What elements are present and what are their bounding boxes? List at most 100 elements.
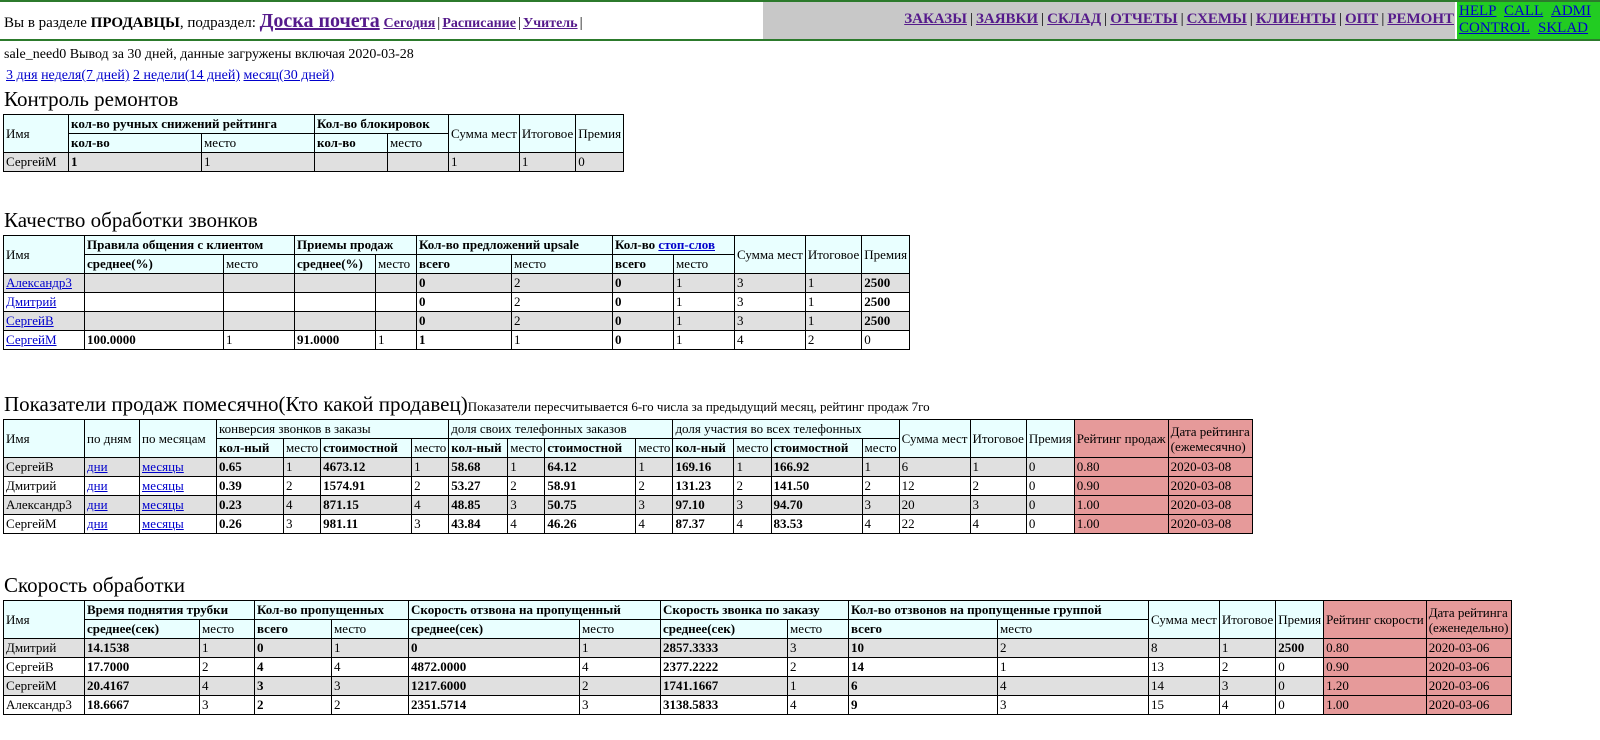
col-avg: среднее(сек)	[84, 619, 200, 639]
seller-link[interactable]: СергейМ	[6, 332, 57, 347]
sklad-link[interactable]: SKLAD	[1538, 20, 1588, 37]
period-2-weeks[interactable]: 2 недели(14 дней)	[133, 68, 240, 83]
cell: 2	[1218, 657, 1277, 677]
col-bonus: Премия	[1025, 419, 1075, 458]
menu-wholesale[interactable]: ОПТ	[1345, 11, 1378, 27]
col-avg: среднее(сек)	[408, 619, 580, 639]
col-cost: стоимостной	[770, 438, 863, 458]
cell: 83.53	[770, 514, 863, 534]
cell: 2	[861, 476, 900, 496]
cell	[375, 273, 417, 293]
stopwords-link[interactable]: стоп-слов	[658, 237, 715, 252]
breadcrumb-subsection-label: , подраздел:	[179, 15, 256, 31]
control-link[interactable]: CONTROL	[1459, 20, 1530, 37]
cell: 2	[787, 657, 849, 677]
menu-reports[interactable]: ОТЧЕТЫ	[1110, 11, 1177, 27]
cell: 58.91	[544, 476, 637, 496]
period-week[interactable]: неделя(7 дней)	[41, 68, 129, 83]
period-month[interactable]: месяц(30 дней)	[243, 68, 334, 83]
cell: 2	[282, 476, 322, 496]
menu-clients[interactable]: КЛИЕНТЫ	[1256, 11, 1336, 27]
col-techniques: Приемы продаж	[294, 235, 417, 255]
menu-orders[interactable]: ЗАКАЗЫ	[904, 11, 967, 27]
sales-table: Имя по дням по месяцам конверсия звонков…	[3, 419, 1253, 534]
cell	[84, 311, 224, 331]
cell: 6	[848, 676, 998, 696]
cell: 2020-03-06	[1425, 676, 1512, 696]
cell: 20.4167	[84, 676, 200, 696]
cell: 2857.3333	[660, 638, 788, 658]
col-bonus: Премия	[575, 114, 625, 153]
col-place: место	[507, 438, 546, 458]
cell: 12	[898, 476, 971, 496]
cell: 2020-03-08	[1167, 476, 1253, 496]
cell: 0	[416, 292, 512, 312]
cell: 53.27	[448, 476, 509, 496]
cell: 4	[331, 657, 409, 677]
col-stopwords: Кол-во стоп-слов	[612, 235, 735, 255]
seller-link[interactable]: Дмитрий	[6, 294, 56, 309]
cell: 0	[416, 311, 512, 331]
cell: 4	[507, 514, 546, 534]
col-pickup-time: Время поднятия трубки	[84, 600, 255, 620]
months-link[interactable]: месяцы	[142, 478, 184, 493]
cell: 1	[673, 330, 735, 350]
menu-requests[interactable]: ЗАЯВКИ	[976, 11, 1038, 27]
period-3-days[interactable]: 3 дня	[6, 68, 38, 83]
cell: 2	[579, 676, 661, 696]
col-qty: кол-ный	[672, 438, 735, 458]
seller-link[interactable]: СергейВ	[6, 313, 54, 328]
cell-name: Александр3	[3, 695, 85, 715]
col-place: место	[635, 438, 674, 458]
months-link[interactable]: месяцы	[142, 497, 184, 512]
cell: 0.65	[216, 457, 284, 477]
cell-link: дни	[84, 476, 140, 496]
cell: 1574.91	[320, 476, 413, 496]
cell: 48.85	[448, 495, 509, 515]
col-order-call-speed: Скорость звонка по заказу	[660, 600, 849, 620]
col-callback-speed: Скорость отзвона на пропущенный	[408, 600, 661, 620]
col-name: Имя	[3, 419, 85, 458]
col-name: Имя	[3, 114, 69, 153]
cell: 0	[1025, 457, 1075, 477]
speed-table: Имя Время поднятия трубки Кол-во пропуще…	[3, 600, 1512, 715]
seller-link[interactable]: Александр3	[6, 275, 72, 290]
cell: 87.37	[672, 514, 735, 534]
cell-link: месяцы	[139, 495, 217, 515]
days-link[interactable]: дни	[87, 516, 108, 531]
cell: 2	[733, 476, 772, 496]
cell-link: месяцы	[139, 514, 217, 534]
menu-warehouse[interactable]: СКЛАД	[1047, 11, 1101, 27]
col-sum: Сумма мест	[734, 235, 806, 274]
menu-schemes[interactable]: СХЕМЫ	[1187, 11, 1247, 27]
days-link[interactable]: дни	[87, 478, 108, 493]
col-total: Итоговое	[1218, 600, 1277, 639]
speed-title: Скорость обработки	[4, 573, 186, 597]
call-link[interactable]: CALL	[1504, 3, 1543, 20]
schedule-link[interactable]: Расписание	[442, 16, 516, 31]
cell: 4	[861, 514, 900, 534]
current-subsection-link[interactable]: Доска почета	[260, 10, 380, 32]
cell: 0.90	[1323, 657, 1427, 677]
col-sum: Сумма мест	[448, 114, 520, 153]
admin-link[interactable]: ADMI	[1551, 3, 1591, 20]
days-link[interactable]: дни	[87, 497, 108, 512]
today-link[interactable]: Сегодня	[383, 16, 435, 31]
cell: 17.7000	[84, 657, 200, 677]
table-row: Александр3 дни месяцы 0.23 4 871.15 4 48.85 3 50.…	[3, 495, 1253, 515]
cell: 2020-03-06	[1425, 695, 1512, 715]
days-link[interactable]: дни	[87, 459, 108, 474]
cell: 9	[848, 695, 998, 715]
menu-repair[interactable]: РЕМОНТ	[1387, 11, 1454, 27]
cell: 1	[673, 292, 735, 312]
help-link[interactable]: HELP	[1459, 3, 1497, 20]
months-link[interactable]: месяцы	[142, 516, 184, 531]
cell: 0	[1025, 514, 1075, 534]
cell: 2020-03-06	[1425, 638, 1512, 658]
table-row: СергейМ 20.4167 4 3 3 1217.6000 2 1741.1667 1 6 4 1…	[3, 676, 1512, 696]
col-count: кол-во	[314, 133, 388, 153]
cell	[294, 292, 376, 312]
months-link[interactable]: месяцы	[142, 459, 184, 474]
table-row: СергейВ 17.7000 2 4 4 4872.0000 4 2377.2222 2 14 1…	[3, 657, 1512, 677]
teacher-link[interactable]: Учитель	[523, 16, 578, 31]
